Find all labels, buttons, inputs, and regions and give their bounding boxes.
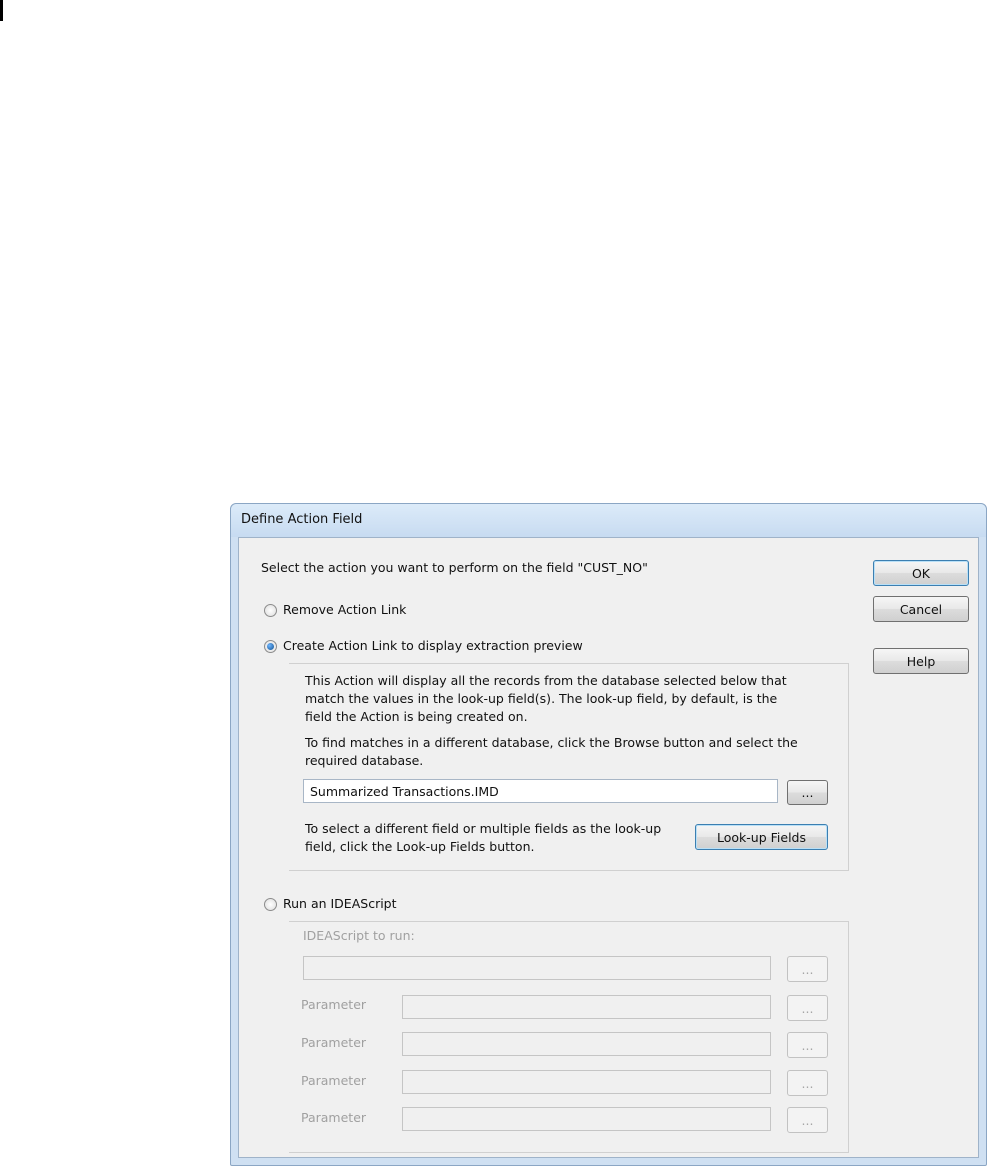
- parameter-label-3: Parameter: [301, 1073, 367, 1088]
- parameter-field-1[interactable]: [402, 995, 771, 1019]
- parameter-label-1: Parameter: [301, 997, 367, 1012]
- run-ideascript-radio[interactable]: [264, 898, 277, 911]
- parameter-browse-button-1[interactable]: ...: [787, 995, 828, 1021]
- dialog-titlebar[interactable]: Define Action Field: [231, 504, 986, 537]
- ideascript-path-field[interactable]: [303, 956, 771, 980]
- define-action-field-dialog: Define Action Field Select the action yo…: [230, 503, 987, 1166]
- ideascript-browse-button[interactable]: ...: [787, 956, 828, 982]
- dialog-body: Select the action you want to perform on…: [238, 537, 979, 1158]
- database-browse-button[interactable]: ...: [787, 780, 828, 805]
- database-field[interactable]: [303, 779, 778, 803]
- lookup-fields-button[interactable]: Look-up Fields: [695, 824, 828, 850]
- extraction-preview-label[interactable]: Create Action Link to display extraction…: [283, 638, 583, 653]
- script-group-top-border: [289, 921, 849, 922]
- lookup-hint: To select a different field or multiple …: [305, 821, 662, 854]
- script-group-bottom-border: [289, 1152, 849, 1153]
- extraction-group-right-border: [848, 663, 849, 871]
- parameter-field-3[interactable]: [402, 1070, 771, 1094]
- parameter-field-2[interactable]: [402, 1032, 771, 1056]
- instruction-text: Select the action you want to perform on…: [261, 560, 648, 575]
- extraction-preview-radio[interactable]: [264, 640, 277, 653]
- extraction-group-top-border: [289, 663, 849, 664]
- extraction-group-bottom-border: [289, 870, 849, 871]
- parameter-browse-button-2[interactable]: ...: [787, 1032, 828, 1058]
- parameter-browse-button-3[interactable]: ...: [787, 1070, 828, 1096]
- parameter-browse-button-4[interactable]: ...: [787, 1107, 828, 1133]
- script-group-right-border: [848, 921, 849, 1153]
- page-edge-mark: [0, 0, 3, 21]
- extraction-description: This Action will display all the records…: [305, 673, 787, 724]
- parameter-label-2: Parameter: [301, 1035, 367, 1050]
- ok-button[interactable]: OK: [873, 560, 969, 586]
- ideascript-to-run-label: IDEAScript to run:: [303, 928, 415, 943]
- remove-action-link-label[interactable]: Remove Action Link: [283, 602, 406, 617]
- parameter-label-4: Parameter: [301, 1110, 367, 1125]
- run-ideascript-label[interactable]: Run an IDEAScript: [283, 896, 397, 911]
- browse-hint: To find matches in a different database,…: [305, 735, 798, 768]
- cancel-button[interactable]: Cancel: [873, 596, 969, 622]
- remove-action-link-radio[interactable]: [264, 604, 277, 617]
- help-button[interactable]: Help: [873, 648, 969, 674]
- parameter-field-4[interactable]: [402, 1107, 771, 1131]
- dialog-title: Define Action Field: [241, 512, 363, 527]
